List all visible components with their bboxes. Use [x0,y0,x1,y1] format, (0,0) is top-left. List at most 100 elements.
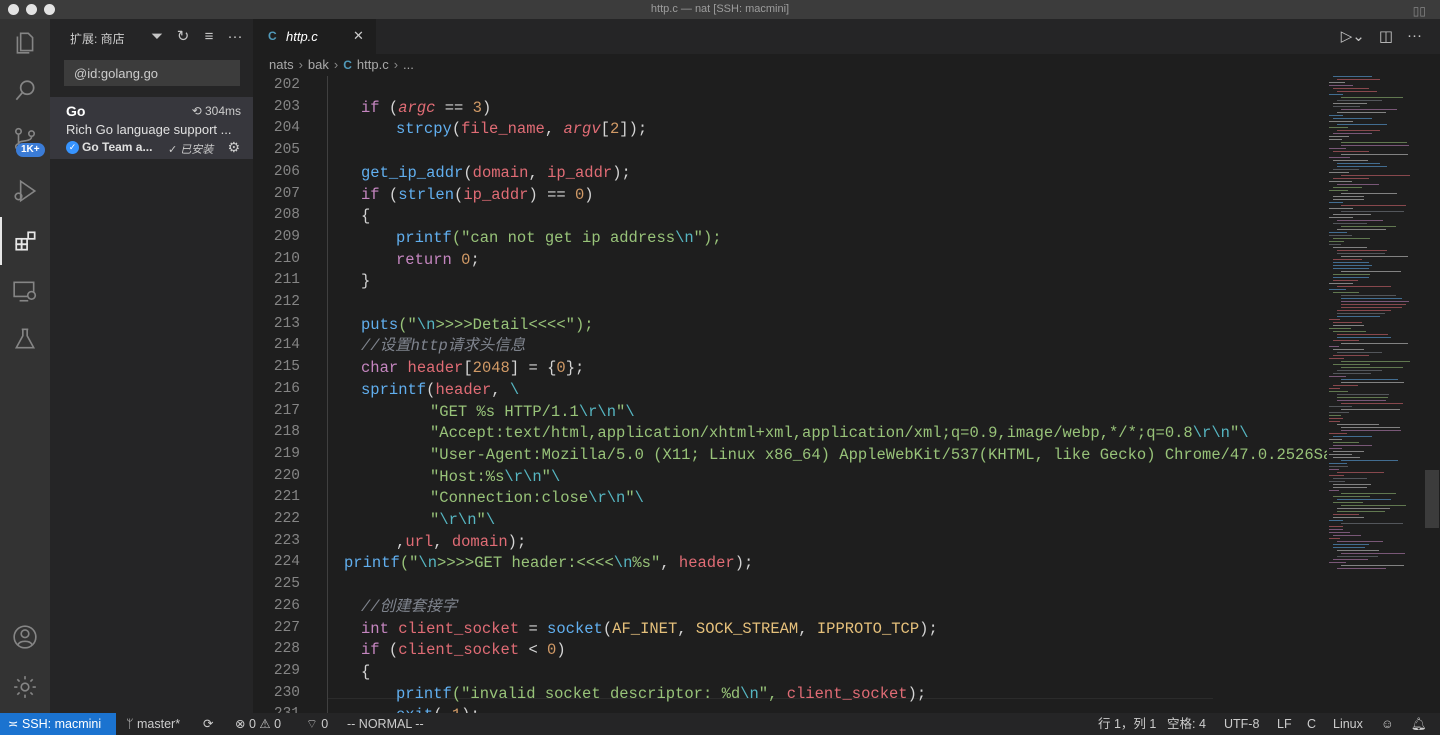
minimap-line [1329,388,1340,389]
minimap-line [1329,127,1348,128]
minimap-line [1337,550,1379,551]
problems-indicator[interactable]: ⊗ 0 ⚠ 0 [235,713,281,735]
minimap-line [1333,118,1372,119]
close-window-button[interactable] [8,4,19,15]
minimap-line [1333,547,1365,548]
language-mode[interactable]: C [1307,713,1316,735]
code-editor[interactable]: 202 203 204 205 206 207 208 209 210 211 212 213 214 2… [253,76,1440,713]
minimap-line [1341,367,1403,368]
minimap-line [1341,343,1408,344]
minimap-line [1337,100,1382,101]
minimap-line [1333,199,1364,200]
minimap-line [1341,493,1396,494]
code-area[interactable]: if (argc == 3) strcpy(file_name, argv[2]… [327,76,1327,713]
minimap-line [1329,415,1341,416]
clear-list-icon[interactable]: ≡ [201,28,217,45]
end-of-line[interactable]: LF [1277,713,1292,735]
minimap-line [1333,103,1367,104]
refresh-icon[interactable]: ↻ [175,27,191,45]
accounts-button[interactable] [0,613,50,661]
minimap-line [1333,259,1362,260]
minimap-line [1341,382,1404,383]
minimap-line [1333,517,1364,518]
remote-explorer-icon [13,281,37,302]
code-line-229: { [361,662,371,681]
minimap[interactable] [1325,76,1425,581]
sync-icon[interactable]: ⟳ [203,713,213,735]
minimap-line [1341,256,1408,257]
minimap-line [1333,484,1371,485]
remote-indicator[interactable]: ≍ SSH: macmini [0,713,116,735]
warning-icon: ⚠ [259,717,271,731]
breadcrumb-item[interactable]: bak [308,54,329,76]
manage-button[interactable] [0,663,50,711]
minimap-line [1329,232,1347,233]
more-actions-icon[interactable]: ··· [1407,27,1422,45]
code-line-213: puts("\n>>>>Detail<<<<"); [361,315,594,334]
ports-indicator[interactable]: ⌔ 0 [306,713,328,735]
explorer-button[interactable] [0,19,50,67]
feedback-icon[interactable]: ☺ [1381,713,1394,735]
search-button[interactable] [0,67,50,115]
minimize-window-button[interactable] [26,4,37,15]
filter-icon[interactable]: ⏷ [149,28,165,45]
minimap-line [1333,214,1371,215]
branch-indicator[interactable]: ᛘ master* [126,713,180,735]
minimap-line [1337,400,1386,401]
testing-button[interactable] [0,315,50,363]
chevron-right-icon: › [298,57,303,72]
flask-icon [14,328,36,349]
source-control-button[interactable]: 1K+ [0,115,50,163]
breadcrumb-item[interactable]: http.c [357,54,389,76]
history-icon: ⟲ [191,104,202,118]
close-tab-icon[interactable]: ✕ [353,28,364,44]
minimap-line [1341,193,1397,194]
antenna-icon: ⌔ [306,717,318,731]
minimap-line [1333,280,1358,281]
vertical-scrollbar[interactable] [1425,470,1439,528]
minimap-line [1329,136,1349,137]
code-line-206: get_ip_addr(domain, ip_addr); [361,163,631,182]
split-editor-icon[interactable]: ◫ [1379,27,1393,45]
minimap-line [1341,145,1409,146]
line-number: 209 [273,228,300,245]
minimap-line [1329,463,1347,464]
minimap-line [1337,130,1380,131]
maximize-window-button[interactable] [44,4,55,15]
indentation[interactable]: 空格: 4 [1167,713,1206,735]
code-line-207: if (strlen(ip_addr) == 0) [361,185,594,204]
line-number: 220 [273,467,300,484]
minimap-line [1333,457,1360,458]
code-line-218: "Accept:text/html,application/xhtml+xml,… [430,424,1249,443]
minimap-line [1333,325,1364,326]
run-file-icon[interactable]: ▷⌄ [1341,27,1365,45]
breadcrumb-item[interactable]: ... [403,54,414,76]
sidebar-header: 扩展: 商店 ⏷ ↻ ≡ ··· [50,19,253,55]
line-number: 211 [273,272,300,289]
extensions-button[interactable] [0,217,50,265]
minimap-line [1329,490,1339,491]
bell-icon[interactable]: 🔔︎ [1411,713,1427,735]
more-actions-icon[interactable]: ··· [227,28,243,45]
extensions-search-input[interactable] [64,60,240,86]
line-number: 226 [273,597,300,614]
minimap-line [1341,505,1406,506]
encoding[interactable]: UTF-8 [1224,713,1259,735]
minimap-line [1329,529,1343,530]
extension-item-go[interactable]: Go ⟲ 304ms Rich Go language support ... … [50,97,253,159]
run-debug-button[interactable] [0,167,50,215]
minimap-line [1333,331,1366,332]
minimap-line [1341,523,1403,524]
remote-explorer-button[interactable] [0,267,50,315]
minimap-line [1329,139,1342,140]
minimap-line [1337,568,1386,569]
breadcrumb-item[interactable]: nats [269,54,294,76]
minimap-line [1341,226,1396,227]
chevron-right-icon: › [333,57,339,72]
minimap-line [1329,94,1343,95]
os-indicator[interactable]: Linux [1333,713,1363,735]
cursor-position[interactable]: 行 1，列 1 [1098,713,1156,735]
tab-http-c[interactable]: C http.c ✕ [253,19,377,54]
extension-settings-gear-icon[interactable]: ⚙ [227,139,240,156]
minimap-line [1329,412,1349,413]
